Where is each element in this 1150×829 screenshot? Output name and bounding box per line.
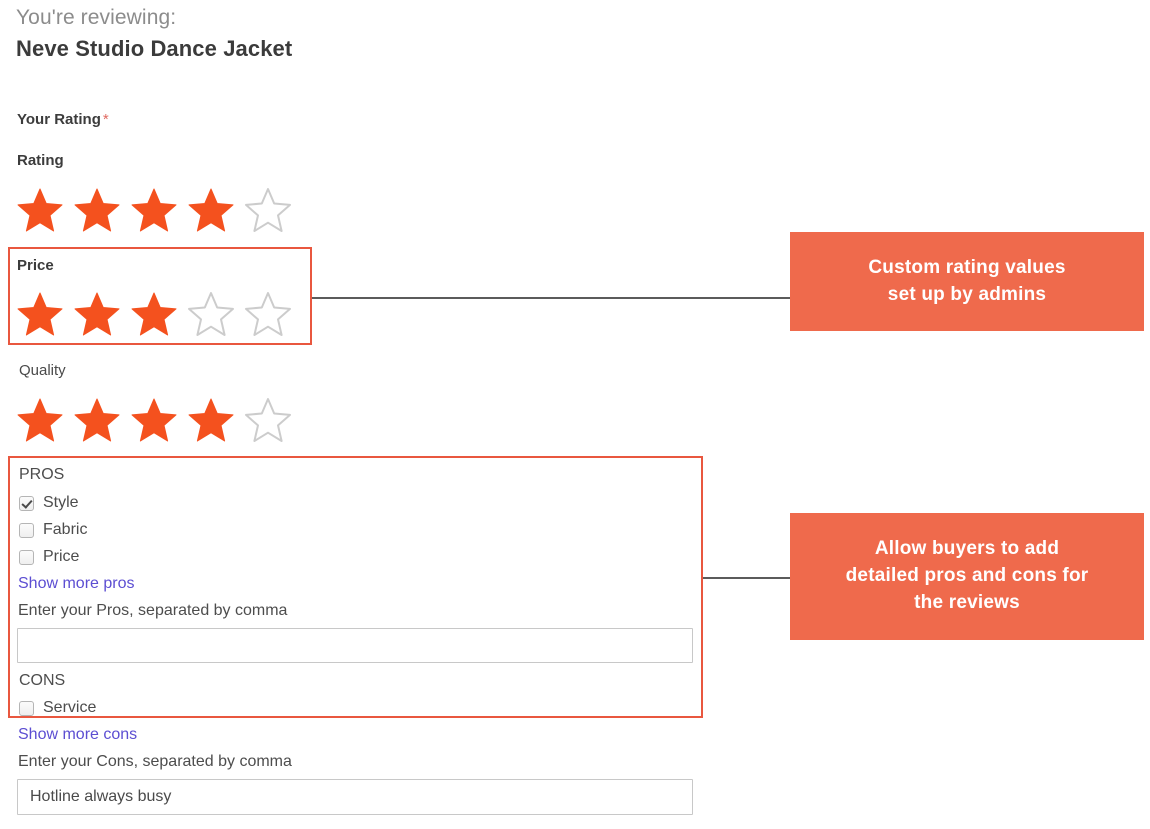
show-more-cons-link[interactable]: Show more cons (18, 726, 137, 744)
pros-input-label: Enter your Pros, separated by comma (18, 602, 288, 619)
cons-heading: CONS (19, 672, 66, 689)
cons-option-service[interactable]: Service (19, 699, 96, 717)
connector-line-pros-cons (703, 577, 792, 579)
pros-option-price-label: Price (43, 548, 80, 565)
pros-input[interactable] (17, 628, 693, 663)
star-5-empty[interactable] (244, 396, 292, 444)
cons-option-service-label: Service (43, 699, 97, 716)
connector-line-rating (312, 297, 790, 299)
product-title: Neve Studio Dance Jacket (16, 36, 293, 61)
pros-option-style-label: Style (43, 494, 79, 511)
pros-option-fabric[interactable]: Fabric (19, 521, 87, 539)
cons-input-label: Enter your Cons, separated by comma (18, 753, 292, 770)
star-4-empty[interactable] (187, 290, 235, 338)
star-rating-price[interactable] (16, 290, 292, 338)
star-5-empty[interactable] (244, 290, 292, 338)
checkbox-style[interactable] (19, 495, 34, 511)
pros-option-fabric-label: Fabric (43, 521, 88, 538)
rating-label-quality: Quality (19, 362, 66, 379)
star-2-filled[interactable] (73, 396, 121, 444)
callout-pros-cons: Allow buyers to add detailed pros and co… (790, 513, 1144, 640)
pros-option-price[interactable]: Price (19, 548, 79, 566)
rating-label-rating: Rating (17, 152, 64, 169)
pros-option-style[interactable]: Style (19, 494, 79, 512)
star-2-filled[interactable] (73, 186, 121, 234)
your-rating-legend: Your Rating * (17, 111, 109, 128)
callout-proscons-line1: Allow buyers to add (874, 538, 1060, 560)
show-more-pros-link[interactable]: Show more pros (18, 575, 135, 593)
rating-label-price: Price (17, 257, 54, 274)
star-2-filled[interactable] (73, 290, 121, 338)
your-rating-label: Your Rating (17, 111, 101, 128)
checkbox-price[interactable] (19, 549, 34, 565)
star-rating-rating[interactable] (16, 186, 292, 234)
star-3-filled[interactable] (130, 290, 178, 338)
pros-heading: PROS (19, 466, 65, 483)
checkbox-fabric[interactable] (19, 522, 34, 538)
star-3-filled[interactable] (130, 186, 178, 234)
star-1-filled[interactable] (16, 186, 64, 234)
callout-proscons-line3: the reviews (914, 591, 1020, 613)
star-1-filled[interactable] (16, 396, 64, 444)
callout-rating-line2: set up by admins (887, 283, 1047, 305)
star-4-filled[interactable] (187, 186, 235, 234)
callout-custom-rating-values: Custom rating values set up by admins (790, 232, 1144, 331)
review-form-screenshot: You're reviewing: Neve Studio Dance Jack… (0, 0, 1150, 829)
star-3-filled[interactable] (130, 396, 178, 444)
callout-rating-line1: Custom rating values (868, 256, 1066, 278)
required-asterisk: * (102, 111, 109, 128)
reviewing-label: You're reviewing: (16, 6, 177, 29)
star-4-filled[interactable] (187, 396, 235, 444)
cons-input[interactable] (17, 779, 693, 815)
star-1-filled[interactable] (16, 290, 64, 338)
callout-proscons-line2: detailed pros and cons for (845, 565, 1089, 587)
checkbox-service[interactable] (19, 700, 34, 716)
star-5-empty[interactable] (244, 186, 292, 234)
star-rating-quality[interactable] (16, 396, 292, 444)
